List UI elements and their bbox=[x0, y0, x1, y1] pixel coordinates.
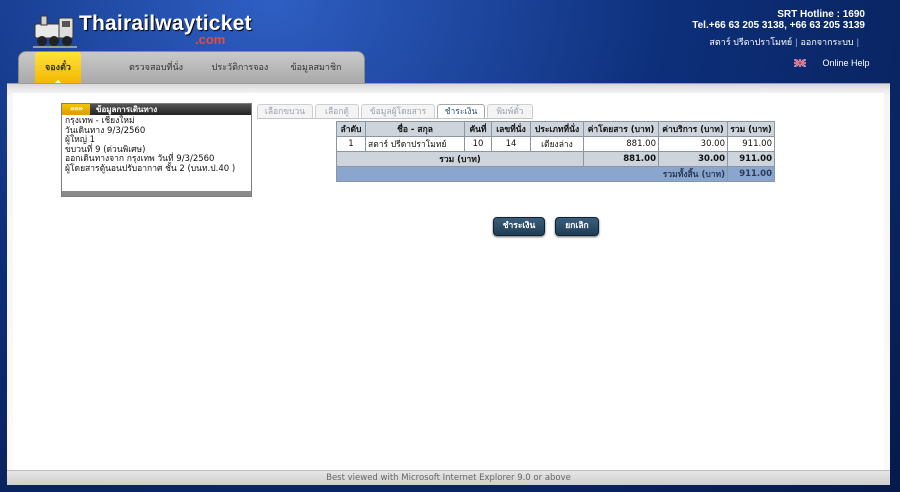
step-label: ข้อมูลผู้โดยสาร bbox=[369, 107, 427, 117]
trip-info-body: กรุงเทพ - เชียงใหม่ วันเดินทาง 9/3/2560 … bbox=[62, 115, 251, 177]
trip-info-footer bbox=[62, 191, 251, 196]
content-panel: »»» ข้อมูลการเดินทาง กรุงเทพ - เชียงใหม่… bbox=[7, 83, 890, 471]
pay-button[interactable]: ชำระเงิน bbox=[493, 217, 545, 236]
separator: | bbox=[856, 37, 859, 47]
chevron-icon: »»» bbox=[62, 104, 90, 115]
step-label: เลือกตู้ bbox=[325, 107, 349, 117]
col-header-seat-type: ประเภทที่นั่ง bbox=[530, 121, 584, 137]
logo-text: Thairailwayticket bbox=[79, 12, 252, 35]
steps-divider bbox=[257, 118, 532, 119]
step-payment[interactable]: ชำระเงิน bbox=[437, 104, 485, 119]
footer-text: Best viewed with Microsoft Internet Expl… bbox=[326, 473, 571, 483]
grand-total-label: รวมทั้งสิ้น (บาท) bbox=[336, 166, 728, 182]
logout-link[interactable]: ออกจากระบบ bbox=[801, 37, 854, 47]
col-header-service: ค่าบริการ (บาท) bbox=[658, 121, 728, 137]
main-nav: จองตั๋ว ตรวจสอบที่นั่ง ประวัติการจอง ข้อ… bbox=[18, 51, 365, 85]
trip-class: ผู้โดยสารตู้นอนปรับอากาศ ชั้น 2 (บนท.ป.4… bbox=[65, 163, 236, 174]
cell-no: 1 bbox=[336, 136, 366, 152]
content-inner: »»» ข้อมูลการเดินทาง กรุงเทพ - เชียงใหม่… bbox=[13, 93, 884, 471]
trip-info-title: ข้อมูลการเดินทาง bbox=[96, 105, 158, 114]
col-header-fare: ค่าโดยสาร (บาท) bbox=[583, 121, 659, 137]
step-label: เลือกขบวน bbox=[264, 107, 306, 117]
cell-total: 911.00 bbox=[727, 136, 775, 152]
user-name-link[interactable]: สตาร์ ปรีดาปราโมทย์ bbox=[709, 37, 792, 47]
table-row: 1 สตาร์ ปรีดาปราโมทย์ 10 14 เตียงล่าง 88… bbox=[336, 136, 775, 152]
col-header-name: ชื่อ - สกุล bbox=[365, 121, 465, 137]
cell-fare: 881.00 bbox=[583, 136, 659, 152]
sum-label: รวม (บาท) bbox=[336, 151, 584, 167]
nav-tab-booking[interactable]: จองตั๋ว bbox=[35, 52, 81, 85]
grand-total-value: 911.00 bbox=[727, 166, 775, 182]
step-print-ticket[interactable]: พิมพ์ตั๋ว bbox=[487, 104, 533, 119]
uk-flag-icon[interactable] bbox=[794, 58, 806, 67]
trip-info-box: »»» ข้อมูลการเดินทาง กรุงเทพ - เชียงใหม่… bbox=[61, 103, 252, 197]
sum-row: รวม (บาท) 881.00 30.00 911.00 bbox=[336, 151, 775, 167]
step-passenger-info[interactable]: ข้อมูลผู้โดยสาร bbox=[361, 104, 435, 119]
logo-suffix: .com bbox=[195, 32, 226, 47]
sum-service: 30.00 bbox=[658, 151, 728, 167]
footer: Best viewed with Microsoft Internet Expl… bbox=[7, 470, 890, 485]
sum-fare: 881.00 bbox=[583, 151, 659, 167]
train-icon bbox=[33, 15, 77, 48]
grand-total-row: รวมทั้งสิ้น (บาท) 911.00 bbox=[336, 166, 775, 182]
booking-table: ลำดับ ชื่อ - สกุล คันที่ เลขที่นั่ง ประเ… bbox=[336, 121, 775, 182]
nav-tab-member[interactable]: ข้อมูลสมาชิก bbox=[271, 52, 361, 84]
nav-tab-label: ข้อมูลสมาชิก bbox=[290, 62, 342, 72]
nav-tab-label: ตรวจสอบที่นั่ง bbox=[128, 62, 184, 72]
step-label: พิมพ์ตั๋ว bbox=[496, 107, 524, 117]
cell-car: 10 bbox=[464, 136, 492, 152]
phone-line: Tel.+66 63 205 3138, +66 63 205 3139 bbox=[692, 20, 865, 31]
table-header-row: ลำดับ ชื่อ - สกุล คันที่ เลขที่นั่ง ประเ… bbox=[336, 121, 775, 137]
separator: | bbox=[795, 37, 798, 47]
user-bar: สตาร์ ปรีดาปราโมทย์ | ออกจากระบบ | bbox=[709, 35, 862, 49]
cell-seat-type: เตียงล่าง bbox=[530, 136, 584, 152]
language-help: Online Help bbox=[794, 58, 870, 68]
hotline-line: SRT Hotline : 1690 bbox=[777, 9, 865, 20]
site-logo[interactable]: Thairailwayticket .com bbox=[33, 8, 251, 52]
cell-service: 30.00 bbox=[658, 136, 728, 152]
step-select-car[interactable]: เลือกตู้ bbox=[315, 104, 359, 119]
step-select-train[interactable]: เลือกขบวน bbox=[257, 104, 313, 119]
trip-info-header: »»» ข้อมูลการเดินทาง bbox=[62, 104, 251, 115]
nav-tab-label: ประวัติการจอง bbox=[211, 62, 269, 72]
cell-seat: 14 bbox=[491, 136, 531, 152]
nav-tab-label: จองตั๋ว bbox=[45, 62, 71, 72]
cancel-button[interactable]: ยกเลิก bbox=[555, 217, 599, 236]
col-header-car: คันที่ bbox=[464, 121, 492, 137]
cell-name: สตาร์ ปรีดาปราโมทย์ bbox=[365, 136, 465, 152]
step-label: ชำระเงิน bbox=[444, 107, 478, 117]
nav-tab-check-seat[interactable]: ตรวจสอบที่นั่ง bbox=[111, 52, 201, 84]
col-header-total: รวม (บาท) bbox=[727, 121, 775, 137]
col-header-no: ลำดับ bbox=[336, 121, 366, 137]
hotline-info: SRT Hotline : 1690 Tel.+66 63 205 3138, … bbox=[692, 9, 865, 31]
col-header-seat: เลขที่นั่ง bbox=[491, 121, 531, 137]
sum-total: 911.00 bbox=[727, 151, 775, 167]
online-help-link[interactable]: Online Help bbox=[823, 58, 870, 68]
